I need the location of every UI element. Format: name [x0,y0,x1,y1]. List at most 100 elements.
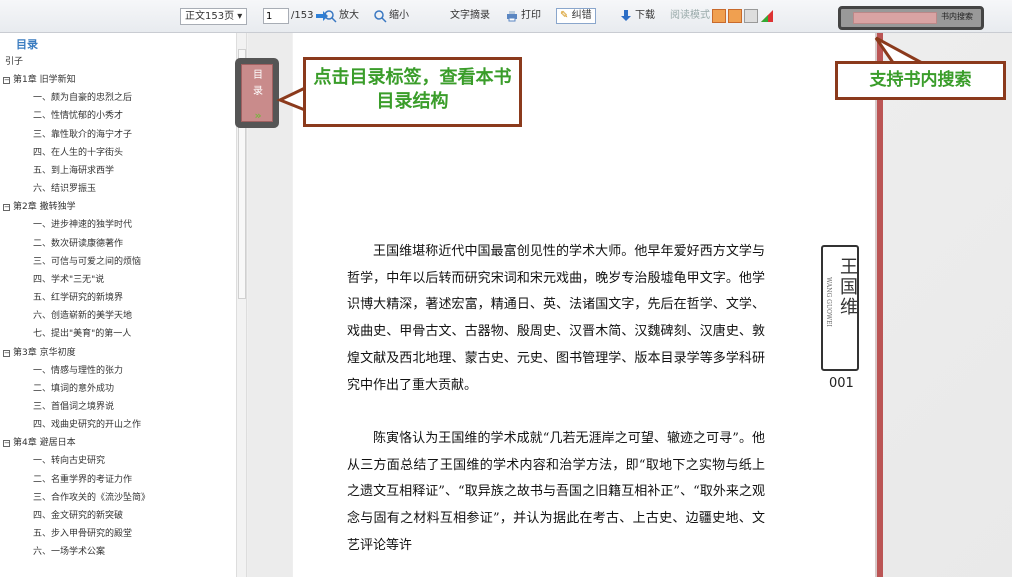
expand-arrow-icon: » [254,109,262,122]
toc-section-item[interactable]: 六、创造崭新的美学天地 [0,307,236,325]
toc-section-item[interactable]: 三、合作攻关的《流沙坠简》 [0,489,236,507]
toc-section-item[interactable]: 一、进步神速的独学时代 [0,216,236,234]
zoom-out-icon [374,10,387,23]
zoom-in-button[interactable]: 放大 [323,7,359,25]
page-total: /153 [291,10,314,21]
toc-tab[interactable]: 目 录 » [235,58,279,128]
toc-section-item[interactable]: 二、数次研读康德著作 [0,235,236,253]
zoom-out-label: 缩小 [389,10,409,21]
toolbar: 正文153页 ▾ /153 放大 缩小 文字摘录 打印 ✎ 纠错 下载 阅读模式… [0,0,1012,33]
toc-chapter-item[interactable]: − 第4章 避居日本 [0,434,236,452]
zoom-in-label: 放大 [339,10,359,21]
double-page-mode-icon[interactable] [728,9,742,23]
toc-chapter-item[interactable]: − 第2章 撒转独学 [0,198,236,216]
toc-item-label: 五、步入甲骨研究的殿堂 [33,529,133,540]
download-button[interactable]: 下载 [619,7,655,25]
collapse-icon[interactable]: − [3,204,10,212]
stamp-pinyin: WANG GUOWEI [825,277,832,327]
toc-section-item[interactable]: 四、戏曲史研究的开山之作 [0,416,236,434]
toc-item-label: 六、一场学术公案 [33,547,106,558]
toc-item-label: 一、颇为自豪的忠烈之后 [33,93,133,104]
print-button[interactable]: 打印 [505,7,541,25]
toc-section-item[interactable]: 一、情感与理性的张力 [0,362,236,380]
toc-section-item[interactable]: 四、学术"三无"说 [0,271,236,289]
paragraph-2: 陈寅恪认为王国维的学术成就“几若无涯岸之可望、辙迹之可寻”。他从三方面总结了王国… [347,431,765,553]
zoom-out-button[interactable]: 缩小 [373,7,409,25]
toc-item-label: 四、学术"三无"说 [33,274,105,285]
text-excerpt-button[interactable]: 文字摘录 [450,7,490,25]
toc-section-item[interactable]: 五、红学研究的新境界 [0,289,236,307]
toc-item-label: 六、创造崭新的美学天地 [33,311,133,322]
collapse-icon[interactable]: − [3,440,10,448]
toc-item-label: 五、到上海研求西学 [33,165,115,176]
toc-tab-inner: 目 录 » [241,64,273,122]
toc-section-item[interactable]: 二、性情忧郁的小秀才 [0,107,236,125]
toc-item-label: 引子 [5,57,24,67]
search-input[interactable] [853,12,937,24]
toc-item-label: 六、结识罗振玉 [33,184,97,195]
toc-section-item[interactable]: 四、在人生的十字街头 [0,144,236,162]
toc-section-item[interactable]: 一、转向古史研究 [0,452,236,470]
toc-item-label: 第3章 京华初度 [13,347,76,358]
search-callout: 支持书内搜索 [835,61,1006,100]
toc-list: 引子 − 第1章 旧学新知一、颇为自豪的忠烈之后 二、性情忧郁的小秀才 三、靠性耿介的海… [0,53,236,561]
toc-item-label: 三、靠性耿介的海宁才子 [33,129,133,140]
search-button[interactable]: 书内搜索 [941,11,973,22]
read-mode-group: 阅读模式 [670,7,774,25]
color-mode-icon[interactable] [760,9,774,23]
toc-section-item[interactable]: 七、提出"美育"的第一人 [0,325,236,343]
toc-item-label: 三、合作攻关的《流沙坠简》 [33,492,151,503]
toc-item-label: 四、在人生的十字街头 [33,147,124,158]
toc-section-item[interactable]: 二、填词的意外成功 [0,380,236,398]
toc-section-item[interactable]: 一、颇为自豪的忠烈之后 [0,89,236,107]
view-select-value: 正文153页 [185,10,235,22]
toc-chapter-item[interactable]: 引子 [0,53,236,71]
edit-icon: ✎ [560,10,569,21]
toc-section-item[interactable]: 六、一场学术公案 [0,543,236,561]
toc-section-item[interactable]: 三、靠性耿介的海宁才子 [0,126,236,144]
toc-section-item[interactable]: 三、首倡词之境界说 [0,398,236,416]
toc-item-label: 四、戏曲史研究的开山之作 [33,420,142,431]
print-label: 打印 [521,10,541,21]
page-navigator: /153 [263,7,329,25]
toc-item-label: 二、性情忧郁的小秀才 [33,111,124,122]
toc-tab-char-2: 录 [253,86,263,97]
toc-chapter-item[interactable]: − 第1章 旧学新知 [0,71,236,89]
toc-chapter-item[interactable]: − 第3章 京华初度 [0,344,236,362]
page-input[interactable] [263,8,289,24]
scroll-mode-icon[interactable] [744,9,758,23]
download-label: 下载 [635,10,655,21]
toc-item-label: 二、填词的意外成功 [33,383,115,394]
collapse-icon[interactable]: − [3,349,10,357]
toc-section-item[interactable]: 三、可信与可爱之间的烦恼 [0,253,236,271]
paragraph-1: 王国维堪称近代中国最富创见性的学术大师。他早年爱好西方文学与哲学，中年以后转而研… [347,244,765,393]
toc-section-item[interactable]: 六、结识罗振玉 [0,180,236,198]
toc-section-item[interactable]: 五、到上海研求西学 [0,162,236,180]
toc-item-label: 七、提出"美育"的第一人 [33,329,132,340]
text-excerpt-label: 文字摘录 [450,10,490,21]
toc-item-label: 一、转向古史研究 [33,456,106,467]
view-select[interactable]: 正文153页 ▾ [180,7,248,25]
correct-button[interactable]: ✎ 纠错 [556,7,596,25]
stamp-name: 王国维 [837,257,858,317]
toc-item-label: 二、名重学界的考证力作 [33,474,133,485]
toc-section-item[interactable]: 四、金文研究的新突破 [0,507,236,525]
toc-tab-char-1: 目 [253,70,263,81]
toc-item-label: 三、可信与可爱之间的烦恼 [33,256,142,267]
correct-label: 纠错 [571,10,592,21]
page-number: 001 [829,376,854,391]
toc-item-label: 第2章 撒转独学 [13,202,76,213]
callout-pointer-toc [276,85,306,113]
single-page-mode-icon[interactable] [712,9,726,23]
zoom-in-icon [324,10,337,23]
toc-item-label: 五、红学研究的新境界 [33,293,124,304]
toc-item-label: 一、情感与理性的张力 [33,365,124,376]
toc-section-item[interactable]: 五、步入甲骨研究的殿堂 [0,525,236,543]
read-mode-label: 阅读模式 [670,10,710,21]
collapse-icon[interactable]: − [3,77,10,85]
toc-item-label: 三、首倡词之境界说 [33,401,115,412]
toc-item-label: 四、金文研究的新突破 [33,510,124,521]
chapter-name-stamp: WANG GUOWEI 王国维 [821,245,859,371]
toc-section-item[interactable]: 二、名重学界的考证力作 [0,471,236,489]
page-edge [877,33,883,577]
